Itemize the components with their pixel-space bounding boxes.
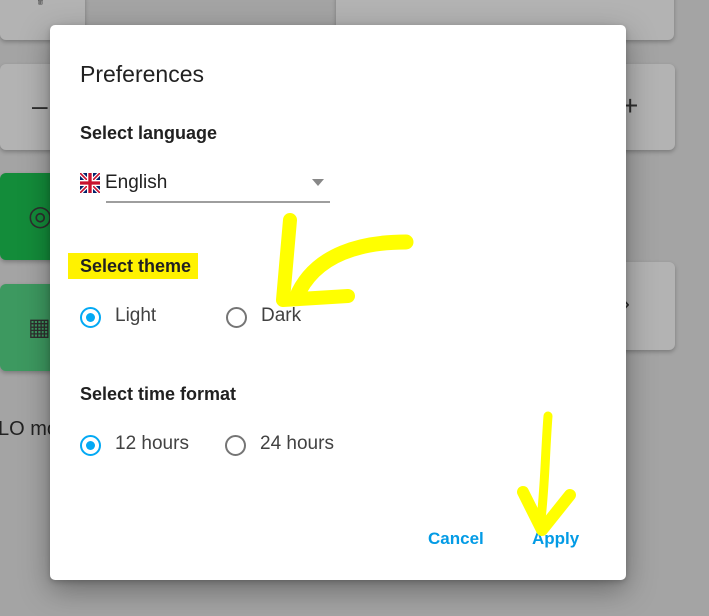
uk-flag-icon bbox=[80, 173, 100, 193]
minus-icon: – bbox=[32, 90, 48, 121]
dropdown-caret-icon[interactable] bbox=[312, 179, 324, 186]
apply-button[interactable]: Apply bbox=[532, 529, 579, 549]
theme-label-highlight: Select theme bbox=[68, 253, 199, 279]
theme-label: Select theme bbox=[68, 253, 199, 279]
time-option-label[interactable]: 24 hours bbox=[260, 433, 334, 455]
target-icon: ◎ bbox=[28, 200, 53, 231]
theme-option-label[interactable]: Light bbox=[115, 305, 156, 327]
radio-unchecked-icon[interactable] bbox=[226, 307, 247, 328]
radio-checked-icon[interactable] bbox=[80, 435, 101, 456]
language-select[interactable]: English bbox=[80, 170, 330, 203]
language-value: English bbox=[105, 172, 168, 193]
time-format-label: Select time format bbox=[80, 384, 237, 404]
cancel-button[interactable]: Cancel bbox=[428, 529, 484, 549]
lightbulb-icon: 💡︎ bbox=[32, 0, 49, 10]
radio-unchecked-icon[interactable] bbox=[225, 435, 246, 456]
preferences-dialog: Preferences Select language English Sele… bbox=[50, 25, 626, 580]
theme-option-label[interactable]: Dark bbox=[261, 305, 301, 327]
select-underline bbox=[106, 201, 330, 203]
chessboard-icon: ▦ bbox=[28, 314, 51, 341]
time-option-label[interactable]: 12 hours bbox=[115, 433, 189, 455]
radio-checked-icon[interactable] bbox=[80, 307, 101, 328]
language-label: Select language bbox=[80, 123, 218, 143]
dialog-title: Preferences bbox=[80, 61, 205, 87]
